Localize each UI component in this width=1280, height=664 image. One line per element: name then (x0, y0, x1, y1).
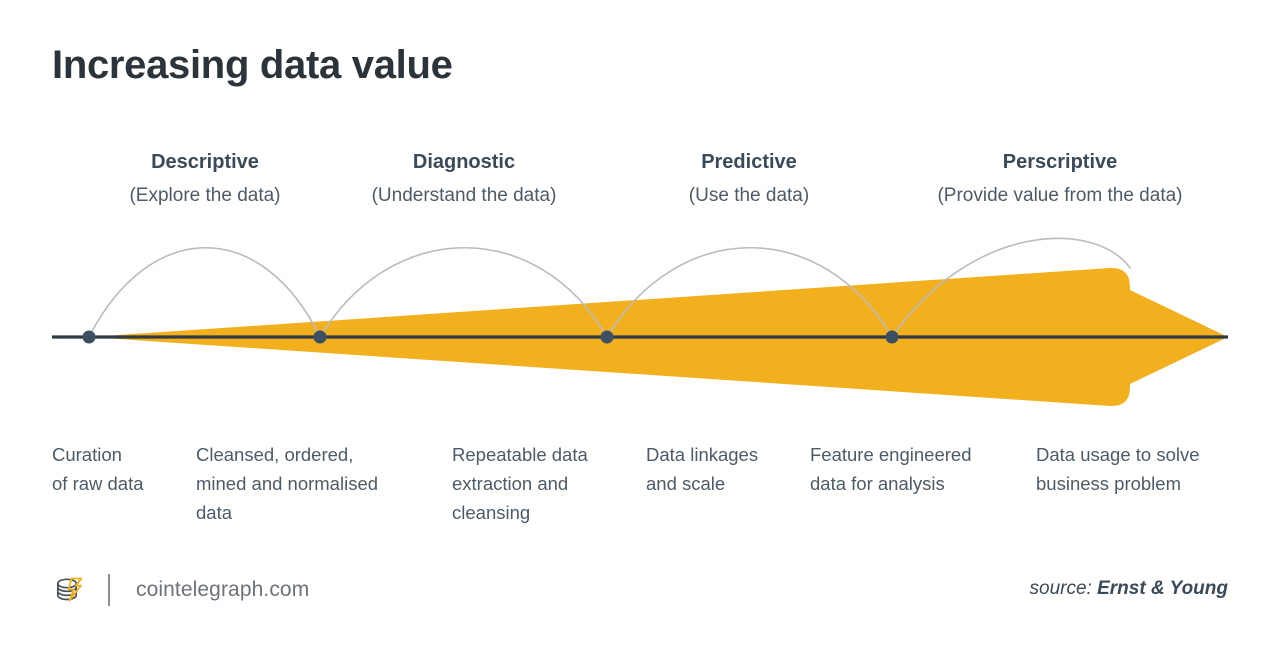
cointelegraph-logo-icon (52, 573, 86, 607)
caption-line: and scale (646, 473, 726, 494)
infographic-canvas: Increasing data value Descriptive (Explo… (0, 0, 1280, 664)
stage-subtitle: (Understand the data) (371, 185, 557, 206)
stage-heading-descriptive: Descriptive (Explore the data) (105, 152, 305, 205)
caption-line: Cleansed, ordered, (196, 444, 354, 465)
stage-node-2 (313, 330, 327, 344)
caption-data-usage: Data usage to solve business problem (1036, 440, 1236, 498)
page-title: Increasing data value (52, 43, 453, 87)
caption-line: business problem (1036, 473, 1181, 494)
source-value: Ernst & Young (1097, 578, 1228, 599)
stage-title: Diagnostic (412, 151, 516, 173)
caption-line: Repeatable data (452, 444, 588, 465)
value-arrow-diagram (0, 210, 1280, 420)
stage-title: Perscriptive (1002, 151, 1118, 173)
stage-title: Descriptive (151, 151, 259, 173)
caption-line: Data usage to solve (1036, 444, 1200, 465)
arc-1 (88, 246, 321, 338)
caption-line: data (196, 502, 233, 523)
stage-title: Predictive (701, 151, 797, 173)
caption-line: Data linkages (646, 444, 759, 465)
stage-subtitle: (Explore the data) (129, 185, 281, 206)
stage-node-3 (600, 330, 614, 344)
stage-subtitle: (Provide value from the data) (937, 185, 1183, 206)
stage-heading-diagnostic: Diagnostic (Understand the data) (344, 152, 584, 205)
caption-line: of raw data (52, 473, 144, 494)
caption-line: mined and normalised (196, 473, 379, 494)
caption-line: data for analysis (810, 473, 945, 494)
caption-repeatable: Repeatable data extraction and cleansing (452, 440, 628, 527)
stage-subtitle: (Use the data) (688, 185, 810, 206)
site-name: cointelegraph.com (136, 578, 310, 601)
caption-cleansed: Cleansed, ordered, mined and normalised … (196, 440, 426, 527)
caption-line: extraction and (452, 473, 569, 494)
caption-line: cleansing (452, 502, 531, 523)
stage-node-4 (885, 330, 899, 344)
source-label: source: (1029, 578, 1092, 599)
source-attribution: source: Ernst & Young (1030, 578, 1229, 600)
caption-feature-engineered: Feature engineered data for analysis (810, 440, 1010, 498)
caption-line: Feature engineered (810, 444, 972, 465)
caption-linkages: Data linkages and scale (646, 440, 806, 498)
stage-heading-perscriptive: Perscriptive (Provide value from the dat… (890, 152, 1230, 205)
stage-heading-predictive: Predictive (Use the data) (649, 152, 849, 205)
caption-curation: Curation of raw data (52, 440, 184, 498)
stage-node-1 (82, 330, 96, 344)
caption-line: Curation (52, 444, 122, 465)
footer-branding: cointelegraph.com (52, 570, 309, 610)
footer-divider (108, 574, 110, 606)
